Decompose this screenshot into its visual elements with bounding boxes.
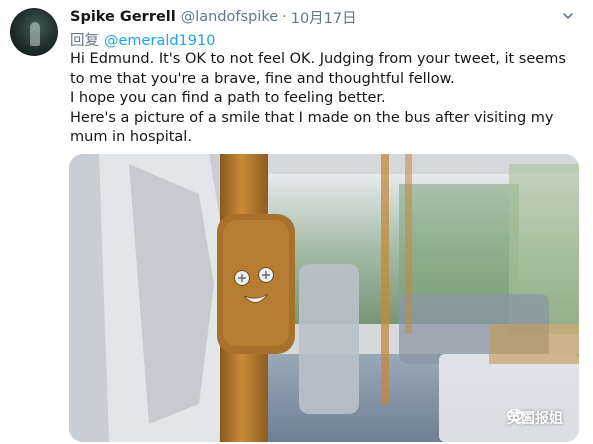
author-handle[interactable]: @landofspike (181, 9, 278, 25)
tweet: Spike Gerrell @landofspike · 10月17日 回复 @e… (0, 0, 593, 444)
reply-context: 回复 @emerald1910 (70, 29, 215, 50)
tweet-line: I hope you can find a path to feeling be… (70, 90, 386, 107)
tweet-line: Hi Edmund. It's OK to not feel OK. Judgi… (70, 51, 566, 87)
tweet-photo[interactable]: 英国报姐 (69, 154, 579, 442)
bus-interior-image (69, 154, 579, 442)
tweet-date[interactable]: 10月17日 (291, 7, 357, 28)
reply-mention-link[interactable]: @emerald1910 (104, 33, 215, 49)
tweet-header: Spike Gerrell @landofspike · 10月17日 (70, 7, 357, 27)
chevron-down-icon[interactable] (560, 8, 576, 24)
tweet-line: Here's a picture of a smile that I made … (70, 109, 554, 146)
watermark: 英国报姐 (507, 408, 563, 428)
avatar-figure (30, 22, 40, 46)
reply-prefix: 回复 (70, 33, 99, 49)
avatar[interactable] (10, 8, 58, 56)
tweet-text: Hi Edmund. It's OK to not feel OK. Judgi… (70, 50, 585, 148)
wechat-icon (507, 408, 527, 424)
author-name[interactable]: Spike Gerrell (70, 9, 176, 25)
separator-dot: · (282, 9, 287, 25)
